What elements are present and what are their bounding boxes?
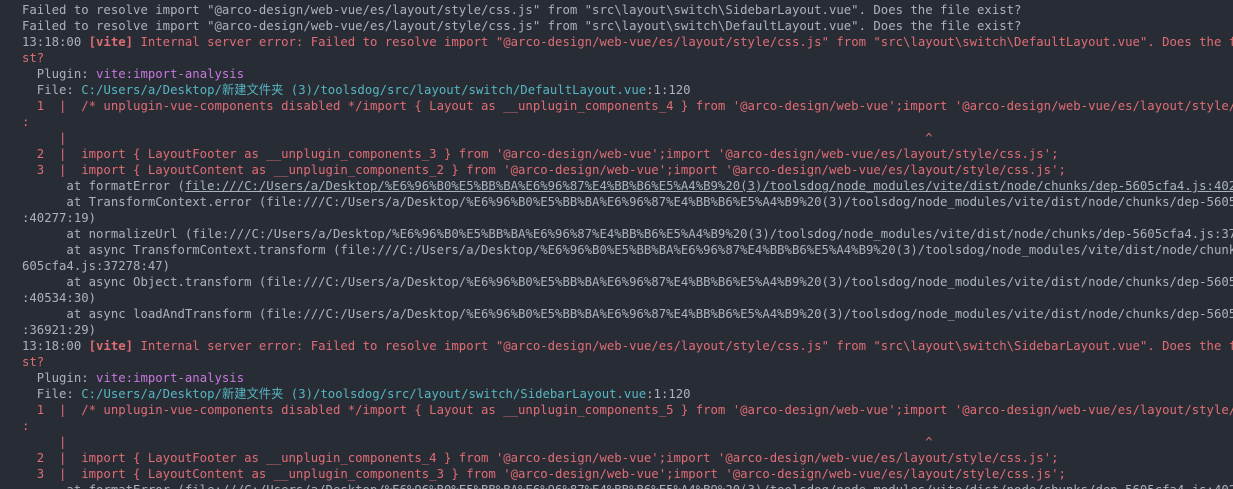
terminal-line: 1 | /* unplugin-vue-components disabled …	[22, 98, 1233, 114]
terminal-text: Internal server error: Failed to resolve…	[133, 35, 1233, 49]
terminal-text: :40277:19)	[22, 211, 97, 225]
terminal-text: vite:import-analysis	[96, 67, 245, 81]
terminal-text: 3 | import { LayoutContent as __unplugin…	[22, 163, 1066, 177]
terminal-text: at TransformContext.error (file:///C:/Us…	[22, 195, 1233, 209]
terminal-line: Failed to resolve import "@arco-design/w…	[22, 18, 1233, 34]
terminal-line: 605cfa4.js:37278:47)	[22, 258, 1233, 274]
terminal-text: 2 | import { LayoutFooter as __unplugin_…	[22, 451, 1059, 465]
terminal-text: [vite]	[88, 339, 134, 353]
terminal-text: [vite]	[88, 35, 134, 49]
terminal-text: Failed to resolve import "@arco-design/w…	[22, 19, 1022, 33]
terminal-text: Plugin:	[22, 67, 97, 81]
terminal-line: st?	[22, 354, 1233, 370]
terminal-text: File:	[22, 83, 82, 97]
terminal-line: :	[22, 418, 1233, 434]
terminal-text: at normalizeUrl (file:///C:/Users/a/Desk…	[22, 227, 1233, 241]
file-path-link[interactable]: C:/Users/a/Desktop/新建文件夹 (3)/toolsdog/sr…	[81, 387, 646, 401]
terminal-line: 3 | import { LayoutContent as __unplugin…	[22, 466, 1233, 482]
terminal-line: File: C:/Users/a/Desktop/新建文件夹 (3)/tools…	[22, 386, 1233, 402]
terminal-line: st?	[22, 50, 1233, 66]
terminal-line: at formatError (file:///C:/Users/a/Deskt…	[22, 482, 1233, 489]
terminal-text: 605cfa4.js:37278:47)	[22, 259, 171, 273]
terminal-text: at formatError (file:///C:/Users/a/Deskt…	[22, 483, 1233, 489]
terminal-line: Plugin: vite:import-analysis	[22, 370, 1233, 386]
terminal-line: at async Object.transform (file:///C:/Us…	[22, 274, 1233, 290]
terminal-line: at formatError (file:///C:/Users/a/Deskt…	[22, 178, 1233, 194]
terminal-text: at async Object.transform (file:///C:/Us…	[22, 275, 1233, 289]
terminal-text: :36921:29)	[22, 323, 97, 337]
terminal-line: | ^	[22, 130, 1233, 146]
terminal-text: :	[22, 419, 30, 433]
terminal-text: | ^	[22, 435, 933, 449]
terminal-line: 1 | /* unplugin-vue-components disabled …	[22, 402, 1233, 418]
terminal-text: 13:18:00	[22, 35, 89, 49]
terminal-text: 1 | /* unplugin-vue-components disabled …	[22, 99, 1233, 113]
terminal-text: 1 | /* unplugin-vue-components disabled …	[22, 403, 1233, 417]
terminal-line: File: C:/Users/a/Desktop/新建文件夹 (3)/tools…	[22, 82, 1233, 98]
file-path-link[interactable]: C:/Users/a/Desktop/新建文件夹 (3)/toolsdog/sr…	[81, 83, 646, 97]
terminal-output[interactable]: Failed to resolve import "@arco-design/w…	[0, 0, 1233, 489]
terminal-line: :40277:19)	[22, 210, 1233, 226]
terminal-line: 13:18:00 [vite] Internal server error: F…	[22, 34, 1233, 50]
terminal-text: :	[22, 115, 30, 129]
terminal-line: 13:18:00 [vite] Internal server error: F…	[22, 338, 1233, 354]
terminal-line: :	[22, 114, 1233, 130]
terminal-line: at async loadAndTransform (file:///C:/Us…	[22, 306, 1233, 322]
terminal-text: 13:18:00	[22, 339, 89, 353]
terminal-line: 3 | import { LayoutContent as __unplugin…	[22, 162, 1233, 178]
terminal-text: Plugin:	[22, 371, 97, 385]
file-path-link[interactable]: file:///C:/Users/a/Desktop/%E6%96%B0%E5%…	[185, 179, 1233, 193]
terminal-text: | ^	[22, 131, 933, 145]
terminal-text: :40534:30)	[22, 291, 97, 305]
terminal-text: st?	[22, 355, 45, 369]
terminal-text: File:	[22, 387, 82, 401]
terminal-line: 2 | import { LayoutFooter as __unplugin_…	[22, 146, 1233, 162]
terminal-line: Failed to resolve import "@arco-design/w…	[22, 2, 1233, 18]
terminal-text: st?	[22, 51, 45, 65]
terminal-text: Failed to resolve import "@arco-design/w…	[22, 3, 1022, 17]
terminal-text: Internal server error: Failed to resolve…	[133, 339, 1233, 353]
terminal-line: at normalizeUrl (file:///C:/Users/a/Desk…	[22, 226, 1233, 242]
terminal-text: at async loadAndTransform (file:///C:/Us…	[22, 307, 1233, 321]
terminal-text: at formatError (	[22, 179, 185, 193]
terminal-line: :36921:29)	[22, 322, 1233, 338]
terminal-line: | ^	[22, 434, 1233, 450]
terminal-text: :1:120	[646, 83, 691, 97]
terminal-text: 3 | import { LayoutContent as __unplugin…	[22, 467, 1066, 481]
terminal-line: at async TransformContext.transform (fil…	[22, 242, 1233, 258]
terminal-text: at async TransformContext.transform (fil…	[22, 243, 1233, 257]
terminal-text: :1:120	[646, 387, 691, 401]
terminal-text: 2 | import { LayoutFooter as __unplugin_…	[22, 147, 1059, 161]
terminal-line: at TransformContext.error (file:///C:/Us…	[22, 194, 1233, 210]
terminal-line: 2 | import { LayoutFooter as __unplugin_…	[22, 450, 1233, 466]
terminal-text: vite:import-analysis	[96, 371, 245, 385]
terminal-line: :40534:30)	[22, 290, 1233, 306]
terminal-line: Plugin: vite:import-analysis	[22, 66, 1233, 82]
